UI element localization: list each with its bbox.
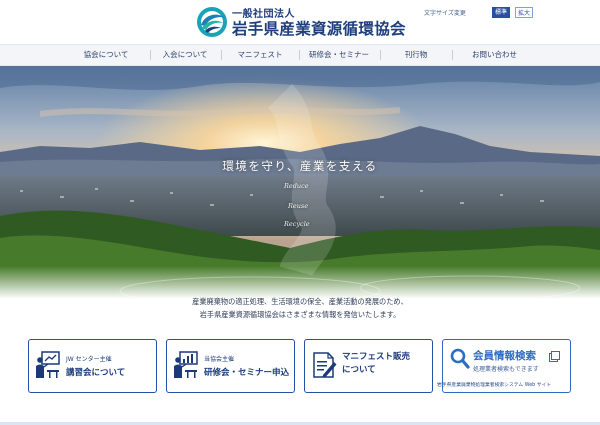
external-link-icon — [549, 351, 560, 362]
hero-visual: 環境を守り、産業を支える Reduce Reuse Recycle — [0, 66, 600, 299]
card-jw-lecture-title: 講習会について — [66, 368, 126, 378]
card-member-search-title: 会員情報検索 — [473, 350, 536, 362]
hero-word-reuse: Reuse — [288, 202, 309, 210]
card-seminar-sub: 当協会主催 — [204, 356, 235, 363]
card-jw-lecture[interactable]: JW センター主催 講習会について — [28, 339, 157, 393]
card-manifest-title-line2: について — [342, 365, 376, 375]
hero-word-reduce: Reduce — [284, 182, 309, 190]
font-size-label: 文字サイズ変更 — [424, 10, 466, 17]
service-cards: JW センター主催 講習会について 当協会主催 研修会・セミナー申込 マニフェス… — [0, 334, 600, 425]
card-member-search-caption: 岩手県産業廃棄物処理業者検索システム Web サイト — [437, 383, 552, 388]
nav-item-manifest[interactable]: マニフェスト — [221, 45, 299, 65]
intro-text: 産業廃棄物の適正処理、生活環境の保全、産業活動の発展のため、 岩手県産業資源循環… — [0, 295, 600, 321]
hero-catchcopy: 環境を守り、産業を支える — [222, 159, 378, 173]
site-logo[interactable]: 一般社団法人 岩手県産業資源循環協会 — [196, 4, 411, 40]
font-size-large-button[interactable]: 拡大 — [515, 7, 533, 18]
seminar-icon — [174, 351, 198, 378]
nav-item-publications[interactable]: 刊行物 — [380, 45, 452, 65]
intro-line-2: 岩手県産業資源循環協会はさまざまな情報を発信いたします。 — [199, 310, 401, 319]
nav-item-seminar[interactable]: 研修会・セミナー — [299, 45, 379, 65]
font-size-standard-button[interactable]: 標準 — [492, 7, 510, 18]
card-seminar-apply[interactable]: 当協会主催 研修会・セミナー申込 — [166, 339, 295, 393]
card-manifest-title: マニフェスト販売 について — [342, 351, 410, 377]
card-manifest-title-line1: マニフェスト販売 — [342, 352, 411, 362]
logo-mark-icon — [197, 7, 227, 37]
nav-item-membership[interactable]: 入会について — [150, 45, 220, 65]
card-member-search-sub: 処理業者検索もできます — [473, 366, 539, 373]
manifest-icon — [313, 352, 337, 378]
hero-word-recycle: Recycle — [284, 220, 310, 228]
global-nav: 協会について 入会について マニフェスト 研修会・セミナー 刊行物 お問い合わせ — [0, 44, 600, 66]
card-seminar-title: 研修会・セミナー申込 — [204, 368, 290, 378]
card-manifest-sales[interactable]: マニフェスト販売 について — [304, 339, 433, 393]
search-icon — [450, 348, 470, 369]
card-jw-lecture-sub: JW センター主催 — [66, 356, 112, 363]
nav-item-contact[interactable]: お問い合わせ — [452, 45, 537, 65]
lecture-icon — [36, 351, 60, 378]
site-header: 一般社団法人 岩手県産業資源循環協会 文字サイズ変更 標準 拡大 — [0, 0, 600, 44]
org-name-title: 岩手県産業資源循環協会 — [232, 20, 406, 38]
nav-item-about[interactable]: 協会について — [62, 45, 150, 65]
intro-line-1: 産業廃棄物の適正処理、生活環境の保全、産業活動の発展のため、 — [192, 297, 408, 306]
